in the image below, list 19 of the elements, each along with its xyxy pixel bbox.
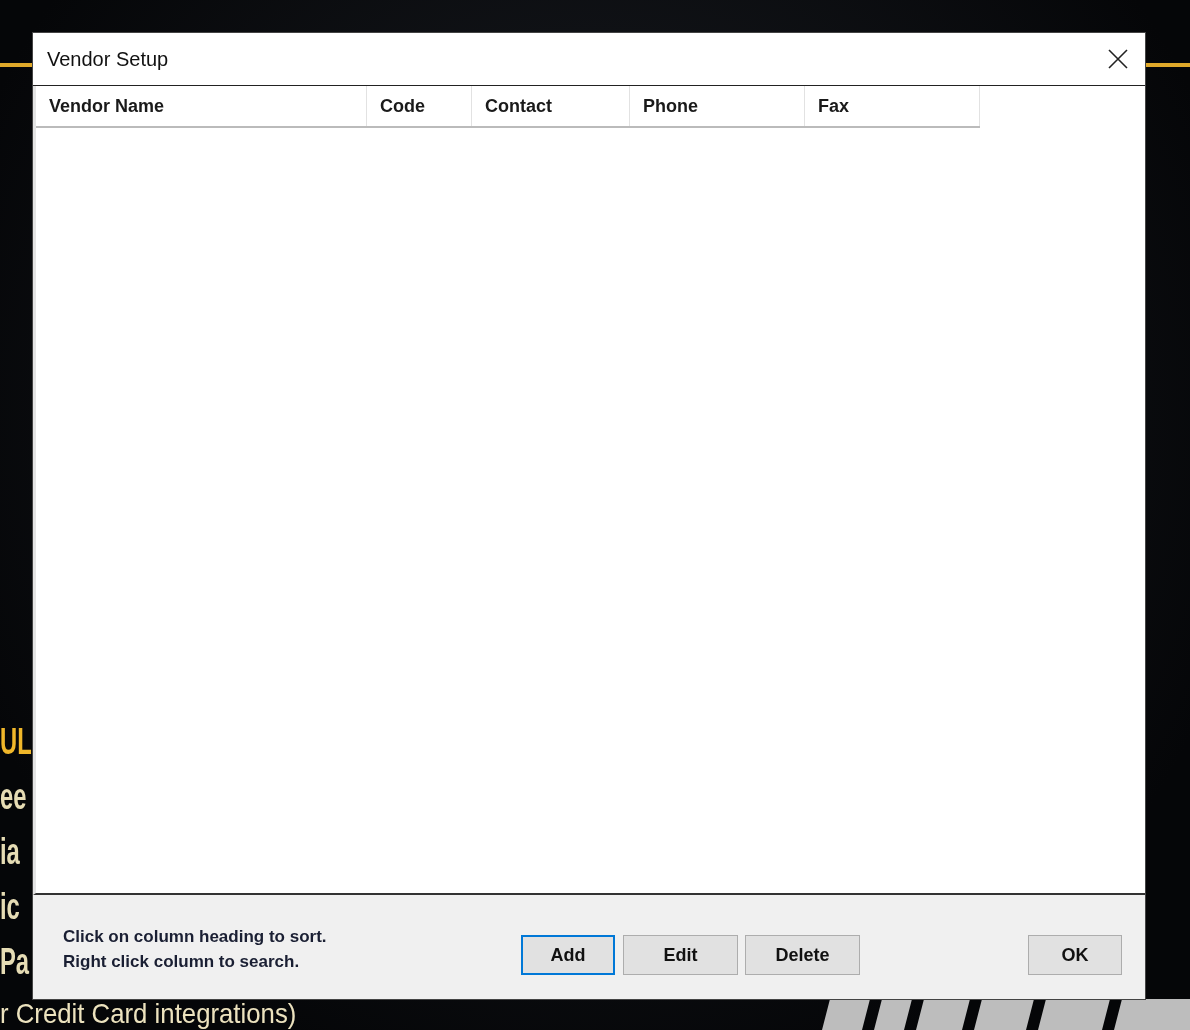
hint-text: Right click column to search. <box>63 951 301 973</box>
background-text: UL <box>0 722 32 761</box>
column-header[interactable]: Fax <box>805 86 980 126</box>
background-text: r Credit Card integrations) <box>0 999 297 1029</box>
window-title: Vendor Setup <box>47 47 169 71</box>
background-text: ia <box>0 832 20 871</box>
ok-button[interactable]: OK <box>1028 935 1122 975</box>
action-button[interactable]: Edit <box>623 935 738 975</box>
close-icon[interactable] <box>1108 49 1128 69</box>
background-text: ic <box>0 887 20 926</box>
action-button[interactable]: Add <box>521 935 615 975</box>
column-header[interactable]: Code <box>367 86 472 126</box>
background-text: Pa <box>0 942 30 981</box>
column-header[interactable]: Contact <box>472 86 630 126</box>
background-text: ee <box>0 777 27 816</box>
action-button[interactable]: Delete <box>745 935 860 975</box>
column-header[interactable]: Vendor Name <box>36 86 367 126</box>
column-header[interactable]: Phone <box>630 86 805 126</box>
hint-text: Click on column heading to sort. <box>63 926 328 948</box>
